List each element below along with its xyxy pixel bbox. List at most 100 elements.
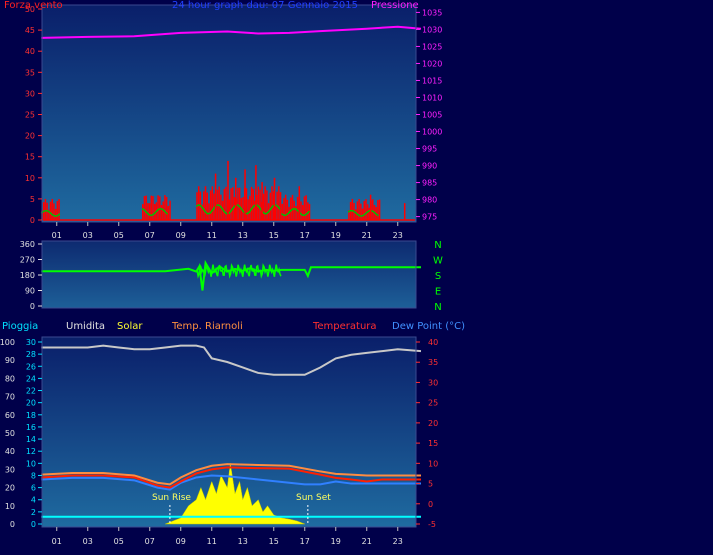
wind-tick-label: 35	[25, 68, 35, 77]
top-x-tick-label: 11	[207, 231, 217, 240]
wind-gust-bar	[230, 188, 232, 220]
humidity-tick-label: 30	[5, 465, 15, 474]
wind-gust-bar	[238, 187, 241, 220]
wind-tick-label: 20	[25, 132, 35, 141]
wind-spike	[227, 160, 229, 220]
wind-gust-bar	[44, 198, 47, 220]
pressure-tick-label: 1000	[422, 128, 442, 137]
wind-gust-bar	[232, 187, 234, 220]
wind-tick-label: 25	[25, 111, 35, 120]
pressure-tick-label: 975	[422, 213, 437, 222]
wind-gust-bar	[147, 203, 149, 220]
wind-gust-bar	[301, 204, 304, 220]
sun-rise-label: Sun Rise	[152, 493, 191, 503]
legend-umidita: Umidita	[66, 321, 106, 332]
wind-spike	[235, 177, 237, 220]
compass-label: S	[435, 271, 441, 282]
wind-gust-bar	[305, 195, 307, 220]
solar-tick-label: 26	[26, 362, 36, 371]
wind-gust-bar	[303, 196, 306, 220]
bottom-x-tick-label: 23	[393, 537, 403, 546]
humidity-tick-label: 50	[5, 429, 15, 438]
wind-gust-bar	[209, 190, 212, 220]
wind-gust-bar	[49, 201, 52, 220]
wind-gust-bar	[225, 186, 227, 220]
legend-temperatura: Temperatura	[313, 321, 377, 332]
legend-dew-point: Dew Point (°C)	[392, 321, 466, 332]
wind-gust-bar	[53, 203, 55, 220]
top-x-tick-label: 23	[393, 231, 403, 240]
wind-gust-bar	[269, 192, 272, 220]
wind-gust-bar	[293, 200, 295, 220]
pressure-tick-label: 995	[422, 145, 437, 154]
top-x-tick-label: 17	[300, 231, 310, 240]
wind-gust-bar	[360, 203, 362, 220]
wind-gust-bar	[152, 195, 154, 220]
solar-tick-label: 12	[26, 447, 36, 456]
wind-gust-bar	[148, 203, 151, 220]
humidity-tick-label: 20	[5, 484, 15, 493]
wind-gust-bar	[160, 204, 163, 220]
wind-gust-bar	[351, 198, 354, 220]
humidity-tick-label: 60	[5, 411, 15, 420]
humidity-tick-label: 10	[5, 502, 15, 511]
pressure-tick-label: 980	[422, 196, 437, 205]
wind-gust-bar	[164, 195, 166, 220]
wind-tick-label: 15	[25, 153, 35, 162]
top-x-tick-label: 15	[269, 231, 279, 240]
solar-tick-label: 10	[26, 459, 36, 468]
solar-tick-label: 18	[26, 411, 36, 420]
wind-gust-bar	[167, 205, 170, 220]
compass-label: N	[434, 302, 441, 313]
wind-gust-bar	[228, 199, 231, 220]
wind-gust-bar	[365, 199, 367, 220]
temp-tick-label: 40	[428, 338, 438, 347]
wind-gust-bar	[259, 189, 261, 220]
solar-tick-label: 30	[26, 338, 36, 347]
wind-gust-bar	[245, 188, 248, 220]
wind-gust-bar	[361, 208, 364, 220]
solar-tick-label: 22	[26, 387, 36, 396]
temp-tick-label: 20	[428, 419, 438, 428]
solar-tick-label: 24	[26, 374, 36, 383]
wind-gust-bar	[278, 186, 280, 220]
top-x-tick-label: 09	[176, 231, 186, 240]
solar-tick-label: 2	[31, 508, 36, 517]
wind-gust-bar	[223, 188, 226, 220]
wind-spike	[403, 203, 406, 220]
wind-spike	[369, 194, 372, 220]
bottom-x-tick-label: 13	[238, 537, 248, 546]
wind-gust-bar	[372, 199, 374, 220]
direction-tick-label: 270	[20, 256, 35, 265]
wind-gust-bar	[208, 203, 210, 220]
temp-tick-label: 15	[428, 439, 438, 448]
wind-spike	[261, 182, 263, 220]
wind-gust-bar	[51, 198, 53, 220]
pressure-tick-label: 1020	[422, 59, 442, 68]
wind-gust-bar	[157, 195, 159, 220]
wind-gust-bar	[358, 199, 360, 220]
compass-label: E	[435, 287, 441, 298]
pressure-tick-label: 990	[422, 162, 437, 171]
wind-axis-label: Forza vento	[4, 0, 63, 11]
compass-label: W	[433, 256, 443, 267]
bottom-x-tick-label: 07	[145, 537, 155, 546]
wind-gust-bar	[378, 199, 381, 220]
wind-gust-bar	[211, 186, 214, 220]
legend-pioggia: Pioggia	[2, 321, 39, 332]
pressure-tick-label: 1005	[422, 111, 442, 120]
bottom-x-tick-label: 19	[331, 537, 341, 546]
pressure-tick-label: 1010	[422, 93, 442, 102]
bottom-x-tick-label: 09	[176, 537, 186, 546]
humidity-tick-label: 90	[5, 356, 15, 365]
solar-tick-label: 16	[26, 423, 36, 432]
compass-label: N	[434, 240, 441, 251]
top-x-tick-label: 01	[52, 231, 62, 240]
wind-gust-bar	[266, 190, 268, 220]
temp-tick-label: 5	[428, 480, 433, 489]
pressure-axis-label: Pressione	[371, 0, 419, 11]
wind-gust-bar	[247, 199, 249, 220]
wind-gust-bar	[271, 186, 273, 220]
temp-tick-label: -5	[428, 520, 436, 529]
solar-tick-label: 6	[31, 484, 36, 493]
